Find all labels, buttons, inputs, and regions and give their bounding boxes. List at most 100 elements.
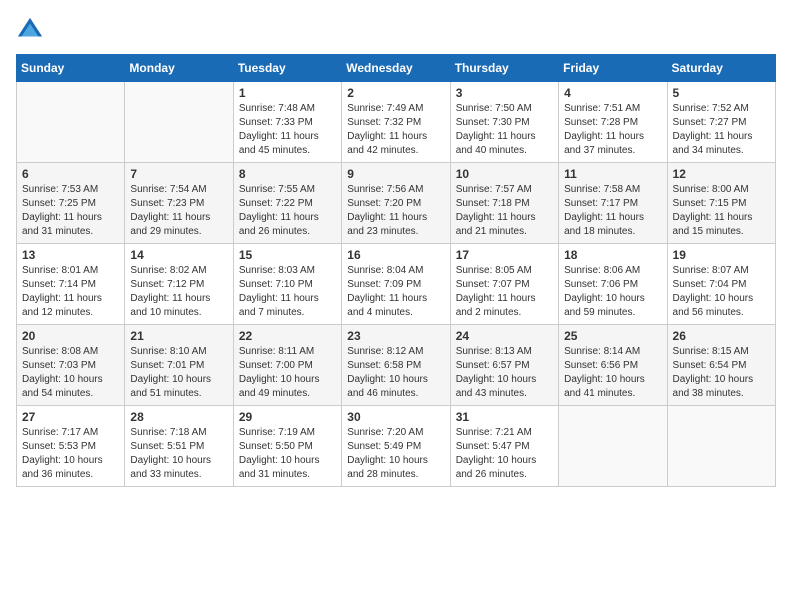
header	[16, 16, 776, 44]
calendar-cell: 16 Sunrise: 8:04 AMSunset: 7:09 PMDayligh…	[342, 244, 450, 325]
day-info: Sunrise: 7:50 AMSunset: 7:30 PMDaylight:…	[456, 102, 553, 158]
day-number: 7	[130, 167, 227, 181]
calendar-cell: 24 Sunrise: 8:13 AMSunset: 6:57 PMDayligh…	[450, 325, 558, 406]
calendar-cell: 31 Sunrise: 7:21 AMSunset: 5:47 PMDayligh…	[450, 406, 558, 487]
day-number: 11	[564, 167, 661, 181]
day-number: 31	[456, 410, 553, 424]
day-number: 23	[347, 329, 444, 343]
calendar-cell: 9 Sunrise: 7:56 AMSunset: 7:20 PMDaylight…	[342, 163, 450, 244]
day-info: Sunrise: 8:11 AMSunset: 7:00 PMDaylight:…	[239, 345, 336, 401]
calendar-cell: 26Sunrise: 8:15 AMSunset: 6:54 PMDayligh…	[667, 325, 775, 406]
week-row-2: 13Sunrise: 8:01 AMSunset: 7:14 PMDayligh…	[17, 244, 776, 325]
day-number: 14	[130, 248, 227, 262]
day-info: Sunrise: 7:54 AMSunset: 7:23 PMDaylight:…	[130, 183, 227, 239]
calendar-cell: 1 Sunrise: 7:48 AMSunset: 7:33 PMDaylight…	[233, 82, 341, 163]
header-day-wednesday: Wednesday	[342, 55, 450, 82]
day-info: Sunrise: 8:07 AMSunset: 7:04 PMDaylight:…	[673, 264, 770, 320]
day-number: 27	[22, 410, 119, 424]
header-day-thursday: Thursday	[450, 55, 558, 82]
calendar-table: SundayMondayTuesdayWednesdayThursdayFrid…	[16, 54, 776, 487]
week-row-0: 1 Sunrise: 7:48 AMSunset: 7:33 PMDaylight…	[17, 82, 776, 163]
day-number: 8	[239, 167, 336, 181]
day-number: 5	[673, 86, 770, 100]
day-number: 28	[130, 410, 227, 424]
day-info: Sunrise: 7:52 AMSunset: 7:27 PMDaylight:…	[673, 102, 770, 158]
day-number: 3	[456, 86, 553, 100]
day-info: Sunrise: 7:48 AMSunset: 7:33 PMDaylight:…	[239, 102, 336, 158]
day-info: Sunrise: 8:04 AMSunset: 7:09 PMDaylight:…	[347, 264, 444, 320]
header-day-monday: Monday	[125, 55, 233, 82]
day-number: 6	[22, 167, 119, 181]
calendar-cell: 15 Sunrise: 8:03 AMSunset: 7:10 PMDayligh…	[233, 244, 341, 325]
day-info: Sunrise: 8:08 AMSunset: 7:03 PMDaylight:…	[22, 345, 119, 401]
day-info: Sunrise: 7:56 AMSunset: 7:20 PMDaylight:…	[347, 183, 444, 239]
header-day-friday: Friday	[559, 55, 667, 82]
calendar-cell: 20 Sunrise: 8:08 AMSunset: 7:03 PMDayligh…	[17, 325, 125, 406]
day-number: 21	[130, 329, 227, 343]
day-info: Sunrise: 8:03 AMSunset: 7:10 PMDaylight:…	[239, 264, 336, 320]
day-info: Sunrise: 8:13 AMSunset: 6:57 PMDaylight:…	[456, 345, 553, 401]
calendar-cell: 19 Sunrise: 8:07 AMSunset: 7:04 PMDayligh…	[667, 244, 775, 325]
day-number: 4	[564, 86, 661, 100]
calendar-cell: 27 Sunrise: 7:17 AMSunset: 5:53 PMDayligh…	[17, 406, 125, 487]
calendar-cell: 21 Sunrise: 8:10 AMSunset: 7:01 PMDayligh…	[125, 325, 233, 406]
calendar-cell: 8 Sunrise: 7:55 AMSunset: 7:22 PMDaylight…	[233, 163, 341, 244]
day-number: 24	[456, 329, 553, 343]
day-number: 26	[673, 329, 770, 343]
day-number: 16	[347, 248, 444, 262]
day-info: Sunrise: 7:17 AMSunset: 5:53 PMDaylight:…	[22, 426, 119, 482]
day-info: Sunrise: 8:05 AMSunset: 7:07 PMDaylight:…	[456, 264, 553, 320]
day-info: Sunrise: 8:10 AMSunset: 7:01 PMDaylight:…	[130, 345, 227, 401]
day-info: Sunrise: 7:53 AMSunset: 7:25 PMDaylight:…	[22, 183, 119, 239]
day-number: 19	[673, 248, 770, 262]
day-number: 15	[239, 248, 336, 262]
calendar-cell	[667, 406, 775, 487]
header-row: SundayMondayTuesdayWednesdayThursdayFrid…	[17, 55, 776, 82]
calendar-cell: 18Sunrise: 8:06 AMSunset: 7:06 PMDayligh…	[559, 244, 667, 325]
day-number: 12	[673, 167, 770, 181]
day-info: Sunrise: 8:00 AMSunset: 7:15 PMDaylight:…	[673, 183, 770, 239]
day-info: Sunrise: 7:49 AMSunset: 7:32 PMDaylight:…	[347, 102, 444, 158]
day-info: Sunrise: 8:14 AMSunset: 6:56 PMDaylight:…	[564, 345, 661, 401]
calendar-cell: 22 Sunrise: 8:11 AMSunset: 7:00 PMDayligh…	[233, 325, 341, 406]
calendar-cell: 29 Sunrise: 7:19 AMSunset: 5:50 PMDayligh…	[233, 406, 341, 487]
day-number: 25	[564, 329, 661, 343]
calendar-cell: 4Sunrise: 7:51 AMSunset: 7:28 PMDaylight…	[559, 82, 667, 163]
logo-icon	[16, 16, 44, 44]
logo	[16, 16, 46, 44]
calendar-cell: 6 Sunrise: 7:53 AMSunset: 7:25 PMDaylight…	[17, 163, 125, 244]
day-number: 2	[347, 86, 444, 100]
calendar-body: 1 Sunrise: 7:48 AMSunset: 7:33 PMDaylight…	[17, 82, 776, 487]
day-info: Sunrise: 7:58 AMSunset: 7:17 PMDaylight:…	[564, 183, 661, 239]
day-number: 29	[239, 410, 336, 424]
day-number: 1	[239, 86, 336, 100]
calendar-cell: 11 Sunrise: 7:58 AMSunset: 7:17 PMDayligh…	[559, 163, 667, 244]
day-info: Sunrise: 7:57 AMSunset: 7:18 PMDaylight:…	[456, 183, 553, 239]
day-info: Sunrise: 7:21 AMSunset: 5:47 PMDaylight:…	[456, 426, 553, 482]
calendar-cell: 13Sunrise: 8:01 AMSunset: 7:14 PMDayligh…	[17, 244, 125, 325]
week-row-3: 20 Sunrise: 8:08 AMSunset: 7:03 PMDayligh…	[17, 325, 776, 406]
week-row-1: 6 Sunrise: 7:53 AMSunset: 7:25 PMDaylight…	[17, 163, 776, 244]
header-day-tuesday: Tuesday	[233, 55, 341, 82]
calendar-cell	[17, 82, 125, 163]
calendar-cell: 17Sunrise: 8:05 AMSunset: 7:07 PMDayligh…	[450, 244, 558, 325]
day-number: 20	[22, 329, 119, 343]
day-number: 13	[22, 248, 119, 262]
calendar-cell: 25 Sunrise: 8:14 AMSunset: 6:56 PMDayligh…	[559, 325, 667, 406]
header-day-sunday: Sunday	[17, 55, 125, 82]
day-number: 10	[456, 167, 553, 181]
day-number: 9	[347, 167, 444, 181]
week-row-4: 27 Sunrise: 7:17 AMSunset: 5:53 PMDayligh…	[17, 406, 776, 487]
day-info: Sunrise: 7:20 AMSunset: 5:49 PMDaylight:…	[347, 426, 444, 482]
calendar-cell: 5 Sunrise: 7:52 AMSunset: 7:27 PMDaylight…	[667, 82, 775, 163]
calendar-cell	[559, 406, 667, 487]
calendar-cell: 30Sunrise: 7:20 AMSunset: 5:49 PMDayligh…	[342, 406, 450, 487]
day-number: 22	[239, 329, 336, 343]
day-info: Sunrise: 7:55 AMSunset: 7:22 PMDaylight:…	[239, 183, 336, 239]
day-info: Sunrise: 8:02 AMSunset: 7:12 PMDaylight:…	[130, 264, 227, 320]
day-info: Sunrise: 7:19 AMSunset: 5:50 PMDaylight:…	[239, 426, 336, 482]
day-info: Sunrise: 8:06 AMSunset: 7:06 PMDaylight:…	[564, 264, 661, 320]
day-info: Sunrise: 8:12 AMSunset: 6:58 PMDaylight:…	[347, 345, 444, 401]
header-day-saturday: Saturday	[667, 55, 775, 82]
calendar-cell: 10 Sunrise: 7:57 AMSunset: 7:18 PMDayligh…	[450, 163, 558, 244]
